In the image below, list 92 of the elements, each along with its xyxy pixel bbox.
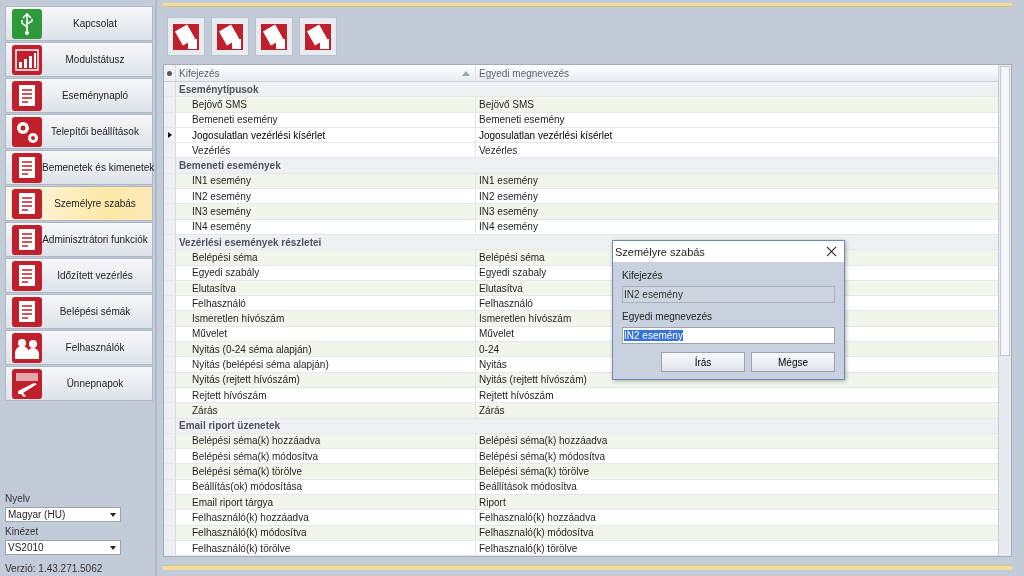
table-cell-text: Nyitás xyxy=(478,358,507,372)
column-header[interactable]: Kifejezés xyxy=(176,65,476,81)
group-row[interactable]: Vezérlési események részletei xyxy=(176,234,322,250)
table-cell-text: Egyedi szabaly xyxy=(478,266,547,280)
table-cell: Bemeneti esemény xyxy=(176,112,476,127)
table-cell: IN4 esemény xyxy=(176,219,476,234)
column-header[interactable]: Egyedi megnevezés xyxy=(476,65,998,81)
dropdown[interactable]: Magyar (HU) xyxy=(5,507,121,522)
nav-item[interactable]: Modulstátusz xyxy=(5,42,153,77)
table-cell-text: Jogosulatlan vezérlési kísérlet xyxy=(478,128,613,143)
toolbar-button[interactable] xyxy=(299,17,337,56)
dot-icon xyxy=(167,70,172,76)
table-cell-text: 0-24 xyxy=(478,342,499,357)
nav-item[interactable]: Belépési sémák xyxy=(5,294,153,329)
toolbar-button[interactable] xyxy=(211,17,249,56)
table-cell: Bejövő SMS xyxy=(176,97,476,112)
scrollbar[interactable] xyxy=(998,65,1011,556)
toolbar-button[interactable] xyxy=(167,17,205,56)
table-cell-text: Rejtett hívószám xyxy=(478,388,554,403)
group-row[interactable]: Bemeneti események xyxy=(176,158,281,173)
table-cell-text: Riport xyxy=(478,495,506,510)
nav-item[interactable]: Személyre szabás xyxy=(5,186,153,221)
table-cell-text: Belépési séma(k) hozzáadva xyxy=(478,434,608,449)
table-cell: Belépési séma xyxy=(176,250,476,265)
table-cell-text: Ismeretlen hívószám xyxy=(478,312,572,326)
table-cell-text: IN3 esemény xyxy=(478,205,538,219)
table-cell: Belépési séma(k) hozzáadva xyxy=(176,433,476,449)
table-cell: IN1 esemény xyxy=(176,173,476,189)
table-cell-text: Felhasznaló(k) módosítva xyxy=(478,526,594,540)
nav-item[interactable]: Ünnepnapok xyxy=(5,366,153,401)
table-cell-text: Belépési séma(k) módosítva xyxy=(478,449,606,464)
table-cell-text: Bejövő SMS xyxy=(478,97,535,112)
table-cell-text: Beállítások módosítva xyxy=(478,480,577,494)
table-cell-text: Vezérles xyxy=(478,143,518,158)
close-icon[interactable] xyxy=(826,246,837,257)
table-cell: Belépési séma(k) módosítva xyxy=(176,449,476,464)
table-cell-text: IN4 esemény xyxy=(478,220,538,234)
table-cell: Belépési séma(k) törölve xyxy=(176,464,476,479)
caret-icon xyxy=(110,512,116,517)
table-cell: Beállítás(ok) módosítása xyxy=(176,479,476,494)
table-cell: Felhasználó(k) törölve xyxy=(176,540,476,556)
table-cell: Vezérlés xyxy=(176,143,476,158)
group-row[interactable]: Eseménytípusok xyxy=(176,82,259,97)
table-cell: Ismeretlen hívószám xyxy=(176,311,476,326)
table-cell: Felhasználó(k) módosítva xyxy=(176,525,476,540)
table-cell-text: Elutasítva xyxy=(478,281,523,296)
table-cell: Egyedi szabály xyxy=(176,265,476,280)
dropdown[interactable]: VS2010 xyxy=(5,540,121,555)
toolbar-button[interactable] xyxy=(255,17,293,56)
table-cell-text: Felhasznaló(k) törölve xyxy=(478,541,578,556)
table-cell: Nyitás (0-24 séma alapján) xyxy=(176,342,476,357)
setting-label: Nyelv xyxy=(5,493,31,504)
input-field[interactable]: IN2 esemény xyxy=(622,327,835,344)
dialog-title: Személyre szabás xyxy=(615,245,705,258)
field-label: Egyedi megnevezés xyxy=(622,311,714,322)
table-cell: Email riport tárgya xyxy=(176,495,476,510)
setting-label: Kinézet xyxy=(5,526,40,537)
field-label: Kifejezés xyxy=(622,270,664,281)
nav-item[interactable]: Telepítői beállítások xyxy=(5,114,153,149)
nav-item[interactable]: Eseménynapló xyxy=(5,78,153,113)
table-cell-text: Zárás xyxy=(478,403,505,418)
table-cell: Nyitás (rejtett hívószám) xyxy=(176,372,476,387)
table-cell-text: Nyitás (rejtett hívószám) xyxy=(478,373,587,387)
table-cell-text: IN2 esemény xyxy=(478,189,538,204)
dialog-button[interactable]: Írás xyxy=(661,352,745,372)
table-cell-text: Felhasznaló(k) hozzáadva xyxy=(478,510,596,525)
caret-icon xyxy=(110,545,116,550)
table-cell-text: Belépési séma xyxy=(478,250,545,265)
table-cell-text: Felhasználó xyxy=(478,296,533,311)
table-cell: Nyitás (belépési séma alapján) xyxy=(176,357,476,372)
version-text: Verzió: 1.43.271.5062 xyxy=(5,563,104,574)
table-cell: IN3 esemény xyxy=(176,204,476,219)
nav-item[interactable]: Kapcsolat xyxy=(5,6,153,41)
table-cell: Felhasználó xyxy=(176,296,476,311)
table-cell-text: Bemeneti esemény xyxy=(478,113,565,127)
table-cell-text: IN1 esemény xyxy=(478,174,538,189)
dialog-button[interactable]: Mégse xyxy=(751,352,835,372)
table-cell-text: Belépési séma(k) törölve xyxy=(478,465,590,479)
table-cell-text: Művelet xyxy=(478,327,514,342)
table-cell: Jogosulatlan vezérlési kísérlet xyxy=(176,127,476,143)
table-cell: Zárás xyxy=(176,403,476,418)
table-cell: Művelet xyxy=(176,326,476,342)
table-cell: Rejtett hívószám xyxy=(176,387,476,403)
nav-item[interactable]: Adminisztrátori funkciók xyxy=(5,222,153,257)
nav-item[interactable]: Időzített vezérlés xyxy=(5,258,153,293)
nav-item[interactable]: Felhasználók xyxy=(5,330,153,365)
table-cell: Felhasználó(k) hozzáadva xyxy=(176,510,476,525)
nav-item[interactable]: Bemenetek és kimenetek xyxy=(5,150,153,185)
table-cell: IN2 esemény xyxy=(176,189,476,204)
group-row[interactable]: Email riport üzenetek xyxy=(176,418,281,433)
table-cell: Elutasítva xyxy=(176,280,476,296)
row-pointer-icon xyxy=(167,132,172,139)
